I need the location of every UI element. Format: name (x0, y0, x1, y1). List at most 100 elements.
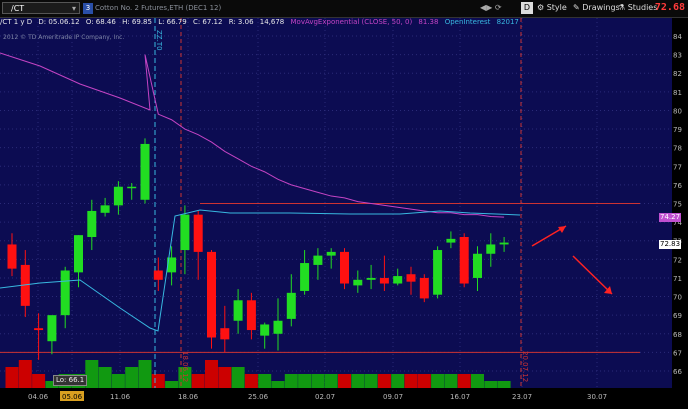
ema-price-tag: 74.27 (659, 213, 682, 222)
price-tick-label: 71 (673, 275, 682, 283)
candle-body (300, 263, 310, 291)
candle-body (326, 251, 336, 256)
volume-bar (205, 360, 218, 388)
price-tick-label: 75 (673, 201, 682, 209)
price-tick-label: 84 (673, 33, 682, 41)
price-tick-label: 78 (673, 145, 682, 153)
instrument-description: Cotton No. 2 Futures,ETH (DEC1 12) (95, 4, 222, 12)
volume-bar (471, 374, 484, 388)
volume-bar (125, 367, 139, 388)
settings-button[interactable]: ◀▶ ⟳ (480, 2, 502, 14)
candle-body (419, 277, 429, 299)
ema-value: 81.38 (418, 18, 439, 26)
candle-body (193, 214, 203, 252)
volume-bar (5, 367, 19, 388)
candle-body (74, 235, 83, 273)
candle-body (379, 277, 389, 284)
volume-bar (324, 374, 338, 388)
candle-body (140, 143, 150, 200)
volume-bar (431, 374, 445, 388)
candle-body (153, 270, 163, 280)
candle-body (34, 328, 44, 331)
ema-label: MovAvgExponential (CLOSE, 50, 0) (290, 18, 413, 26)
volume-bar (351, 374, 365, 388)
volume-bar (404, 374, 418, 388)
symbol-selector[interactable]: /CT ▾ (2, 2, 80, 14)
date-tick-label: 23.07 (512, 393, 532, 401)
symbol-link-badge[interactable]: 3 (83, 3, 93, 14)
date-tick-label: 16.07 (450, 393, 470, 401)
info-volume: 14,678 (259, 18, 285, 26)
price-tick-label: 81 (673, 89, 682, 97)
volume-bar (218, 367, 232, 388)
candle-body (233, 300, 243, 321)
style-icon: ⚙ (537, 3, 547, 12)
candle-body (113, 186, 123, 206)
studies-button[interactable]: ⚗ Studies (618, 2, 657, 14)
info-open: O: 68.46 (85, 18, 116, 26)
d-button[interactable]: D (521, 2, 533, 14)
volume-bar (338, 374, 351, 388)
last-price: 72.68 (654, 2, 685, 13)
candle-body (393, 276, 403, 284)
candle-body (499, 242, 509, 245)
volume-bar (391, 374, 405, 388)
volume-bar (364, 374, 378, 388)
chevron-down-icon: ▾ (71, 4, 76, 13)
price-tick-label: 70 (673, 294, 682, 302)
candle-body (459, 237, 469, 284)
candle-body (246, 300, 256, 331)
volume-bar (111, 374, 125, 388)
candle-body (260, 324, 270, 336)
price-axis[interactable]: 84838281807978777675747372717069686766 (672, 18, 688, 388)
info-close: C: 67.12 (192, 18, 223, 26)
price-tick-label: 76 (673, 182, 682, 190)
volume-bar (231, 367, 245, 388)
price-tick-label: 67 (673, 349, 682, 357)
candle-body (87, 210, 97, 237)
candle-body (446, 238, 456, 243)
candle-body (273, 320, 283, 334)
volume-bar (484, 381, 498, 388)
info-high: H: 69.85 (122, 18, 152, 26)
price-chart[interactable]: ZZ.T0 18.06.12 20.07.12 (0, 18, 672, 388)
date-tick-label: 02.07 (315, 393, 335, 401)
date-tick-label: 18.06 (178, 393, 199, 401)
date-tick-label: 09.07 (383, 393, 403, 401)
toolbar: /CT ▾ 3 Cotton No. 2 Futures,ETH (DEC1 12… (0, 0, 688, 18)
volume-bar (138, 360, 152, 388)
volume-bar (377, 374, 391, 388)
drawings-button[interactable]: ✎ Drawings (573, 2, 620, 14)
price-axis-svg: 84838281807978777675747372717069686766 (673, 33, 682, 376)
volume-bar (18, 360, 32, 388)
vline-label-expiry: 20.07.12 (521, 351, 529, 382)
symbol-text: /CT (11, 4, 25, 13)
candle-body (433, 250, 443, 295)
price-tick-label: 77 (673, 163, 682, 171)
style-button[interactable]: ⚙ Style (537, 2, 567, 14)
toolbar-scroll-icon[interactable]: ◀▶ ⟳ (480, 3, 502, 12)
oi-value: 82017 (496, 18, 519, 26)
volume-bar (497, 381, 511, 388)
candle-body (7, 244, 17, 269)
candle-body (47, 315, 57, 342)
volume-bar (244, 374, 258, 388)
chart-svg[interactable]: ZZ.T0 18.06.12 20.07.12 (0, 18, 672, 388)
low-marker-tag: Lo: 66.1 (53, 375, 88, 386)
ohlc-info-bar: /CT 1 y D D: 05.06.12 O: 68.46 H: 69.85 … (0, 18, 672, 29)
volume-bar (271, 381, 285, 388)
candle-body (207, 251, 216, 338)
candle-body (366, 277, 376, 280)
price-tick-label: 80 (673, 107, 682, 115)
volume-bar (85, 360, 99, 388)
date-tick-label: 11.06 (110, 393, 131, 401)
info-period: /CT 1 y D (0, 18, 33, 26)
candle-body (313, 255, 323, 265)
vline-label-cursor: ZZ.T0 (155, 30, 163, 51)
volume-bar (32, 374, 46, 388)
date-axis[interactable]: 04.06 05.06 11.06 18.06 25.06 02.07 09.07 16.07… (0, 388, 688, 407)
date-axis-svg: 04.06 05.06 11.06 18.06 25.06 02.07 09.07 16.07… (28, 391, 607, 401)
candle-body (340, 251, 349, 284)
oi-label: OpenInterest (444, 18, 491, 26)
price-tick-label: 69 (673, 312, 682, 320)
